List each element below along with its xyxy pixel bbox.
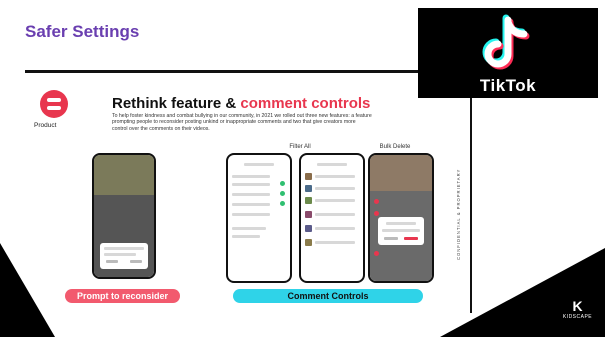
- heading-main: Rethink feature &: [112, 95, 241, 112]
- reconsider-dialog: [100, 243, 148, 269]
- filter-screen: [301, 155, 363, 281]
- phone-mockup-filter-all: [299, 153, 365, 283]
- settings-screen: [228, 155, 290, 281]
- bulk-delete-screen: [370, 155, 432, 281]
- confidential-label: CONFIDENTIAL & PROPRIETARY: [454, 140, 464, 260]
- tiktok-note-icon: [482, 14, 530, 70]
- video-thumbnail: [94, 155, 154, 195]
- caption-bulk-delete: Bulk Delete: [379, 144, 411, 150]
- slide-description: To help foster kindness and combat bully…: [112, 113, 372, 132]
- page-title: Safer Settings: [25, 22, 140, 41]
- comment-controls-pill: Comment Controls: [233, 289, 423, 303]
- kidscape-logo: K KIDSCAPE: [555, 298, 600, 330]
- slide-heading: Rethink feature & comment controls: [112, 95, 370, 112]
- heading-accent: comment controls: [240, 95, 371, 112]
- header-divider: [25, 70, 420, 73]
- tiktok-logo: TikTok: [418, 8, 598, 98]
- caption-filter-all: Filter All: [289, 144, 311, 150]
- phone-mockup-prompt: [92, 153, 156, 279]
- corner-decoration-left: [0, 243, 55, 337]
- delete-dialog: [378, 217, 424, 245]
- toggle-icon: [40, 90, 68, 118]
- product-label: Product: [34, 122, 57, 129]
- phone-mockup-settings: [226, 153, 292, 283]
- confidential-text: CONFIDENTIAL & PROPRIETARY: [456, 168, 461, 260]
- prompt-to-reconsider-pill: Prompt to reconsider: [65, 289, 180, 303]
- phone-mockup-bulk-delete: [368, 153, 434, 283]
- kidscape-mark-icon: K: [572, 298, 583, 314]
- video-thumbnail: [370, 155, 432, 191]
- tiktok-wordmark: TikTok: [479, 76, 537, 95]
- kidscape-wordmark: KIDSCAPE: [562, 314, 593, 320]
